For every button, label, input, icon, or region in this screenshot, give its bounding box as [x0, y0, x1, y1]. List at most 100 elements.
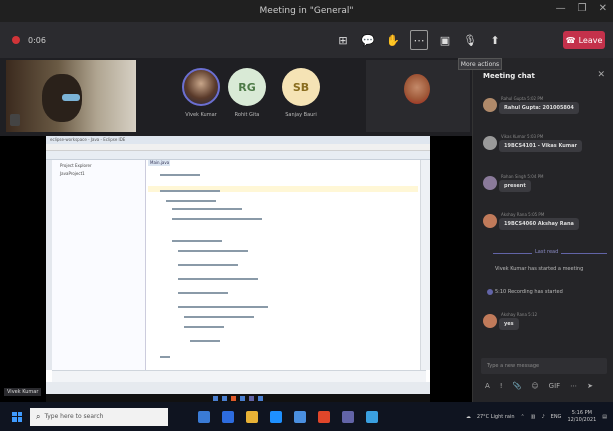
message-time: 5:03 PM — [527, 134, 544, 139]
search-icon: ⌕ — [36, 411, 41, 421]
pinned-apps — [198, 410, 378, 423]
maximize-button[interactable]: ❐ — [578, 3, 587, 14]
code-line — [160, 174, 200, 176]
task-view-icon[interactable] — [198, 410, 210, 423]
gif-icon[interactable]: GIF — [549, 382, 561, 390]
ide-toolbar — [46, 151, 430, 160]
format-icon[interactable]: A — [485, 382, 490, 390]
participant-tile[interactable]: Vivek Kumar — [176, 68, 226, 118]
code-line — [160, 356, 170, 358]
ide-outline-bar — [420, 160, 430, 370]
remote-video-tile[interactable] — [366, 60, 470, 132]
message-meta: Akshay Rana 5:05 PM — [501, 212, 544, 217]
volume-icon[interactable]: ♪ — [541, 414, 544, 420]
raise-hand-button[interactable]: ✋ — [385, 32, 401, 48]
app-icon — [231, 395, 236, 401]
video-strip: Vivek Kumar RG Rohit Gita SB Sanjay Baur… — [0, 58, 472, 136]
clock-time: 5:16 PM — [571, 409, 592, 416]
system-message: 5:10 Recording has started — [495, 289, 563, 295]
message-author: Rohan Singh — [501, 174, 527, 179]
editor-tab: Main.java — [148, 160, 170, 166]
network-icon[interactable]: ▥ — [531, 414, 536, 420]
chrome-icon[interactable] — [318, 410, 330, 423]
attach-icon[interactable]: 📎 — [513, 382, 522, 390]
teams-meeting-window: Meeting in "General" — ❐ ✕ 0:06 ⊞ 💬 ✋ ⋯ … — [0, 0, 613, 431]
tree-item: Project Explorer — [60, 163, 92, 168]
app-icon — [213, 395, 218, 401]
avatar: SB — [282, 68, 320, 106]
message-meta: Rohan Singh 5:04 PM — [501, 174, 544, 179]
participant-tile[interactable]: RG Rohit Gita — [222, 68, 272, 118]
screen-share-area: eclipse-workspace - Java - Eclipse IDE P… — [0, 136, 472, 402]
chevron-up-icon[interactable]: ⌃ — [521, 414, 525, 420]
store-icon[interactable] — [294, 410, 306, 423]
recording-indicator-icon — [12, 36, 20, 44]
app-icon — [240, 395, 245, 401]
mail-icon[interactable] — [270, 410, 282, 423]
avatar — [483, 214, 497, 228]
participant-name: Sanjay Bauri — [285, 112, 317, 118]
close-icon[interactable]: ✕ — [597, 70, 605, 80]
avatar — [182, 68, 220, 106]
participant-tile[interactable]: SB Sanjay Bauri — [276, 68, 326, 118]
message-time: 5:04 PM — [527, 174, 544, 179]
language-indicator[interactable]: ENG — [551, 414, 562, 420]
avatar — [483, 136, 497, 150]
app-icon — [258, 395, 263, 401]
emoji-icon[interactable]: ☺ — [531, 382, 538, 390]
mic-button[interactable]: 🎙 — [462, 32, 478, 48]
window-title: Meeting in "General" — [259, 6, 354, 16]
window-controls: — ❐ ✕ — [556, 3, 607, 14]
clock[interactable]: 5:16 PM 12/10/2021 — [567, 410, 596, 424]
app-icon — [249, 395, 254, 401]
ide-title: eclipse-workspace - Java - Eclipse IDE — [46, 136, 430, 144]
phone-icon: ☎ — [565, 35, 576, 45]
message-time: 5:12 — [528, 312, 538, 317]
message-author: Rahul Gupta — [501, 96, 526, 101]
chat-compose-tools: A ! 📎 ☺ GIF ⋯ ➤ — [485, 382, 593, 390]
code-line — [178, 264, 238, 266]
windows-start-icon[interactable] — [12, 411, 22, 422]
more-icon[interactable]: ⋯ — [570, 382, 577, 390]
camera-button[interactable]: ▣ — [437, 32, 453, 48]
message-meta: Rahul Gupta 5:02 PM — [501, 96, 543, 101]
weather-icon: ☁ — [465, 413, 471, 420]
chat-button[interactable]: 💬 — [360, 32, 376, 48]
minimize-button[interactable]: — — [556, 3, 566, 14]
search-placeholder: Type here to search — [44, 413, 104, 420]
chat-input[interactable]: Type a new message — [481, 358, 607, 374]
important-icon[interactable]: ! — [500, 382, 503, 390]
code-line — [178, 306, 268, 308]
code-line — [190, 340, 220, 342]
app-icon[interactable] — [366, 410, 378, 423]
message-text: yes — [499, 318, 519, 330]
participants-button[interactable]: ⊞ — [335, 32, 351, 48]
file-explorer-icon[interactable] — [246, 410, 258, 423]
code-line — [172, 218, 262, 220]
weather-text[interactable]: 27°C Light rain — [477, 414, 515, 420]
message-author: Vikas Kumar — [501, 134, 526, 139]
more-actions-button[interactable]: ⋯ — [410, 30, 428, 50]
teams-icon[interactable] — [342, 410, 354, 423]
glasses-highlight — [62, 94, 80, 101]
ide-status-bar — [46, 382, 430, 394]
edge-icon[interactable] — [222, 410, 234, 423]
share-button[interactable]: ⬆ — [487, 32, 503, 48]
code-line — [184, 326, 224, 328]
message-text: 19BCS4101 - Vikas Kumar — [499, 140, 582, 152]
code-line — [178, 250, 248, 252]
leave-button[interactable]: ☎ Leave — [563, 31, 605, 49]
code-line — [184, 316, 254, 318]
taskbar-search[interactable]: ⌕ Type here to search — [30, 407, 168, 426]
meeting-toolbar: 0:06 ⊞ 💬 ✋ ⋯ ▣ 🎙 ⬆ ☎ Leave — [0, 22, 613, 58]
windows-taskbar: ⌕ Type here to search ☁ 27°C Light rain … — [0, 402, 613, 431]
more-actions-tooltip: More actions — [458, 58, 502, 70]
avatar: RG — [228, 68, 266, 106]
message-text: 19BCS4060 Akshay Rana — [499, 218, 579, 230]
close-button[interactable]: ✕ — [599, 3, 607, 14]
clock-date: 12/10/2021 — [567, 416, 597, 423]
self-video-tile[interactable] — [6, 60, 136, 132]
send-icon[interactable]: ➤ — [587, 382, 593, 390]
presenter-label: Vivek Kumar — [4, 388, 42, 396]
notifications-icon[interactable]: ▤ — [602, 414, 607, 420]
